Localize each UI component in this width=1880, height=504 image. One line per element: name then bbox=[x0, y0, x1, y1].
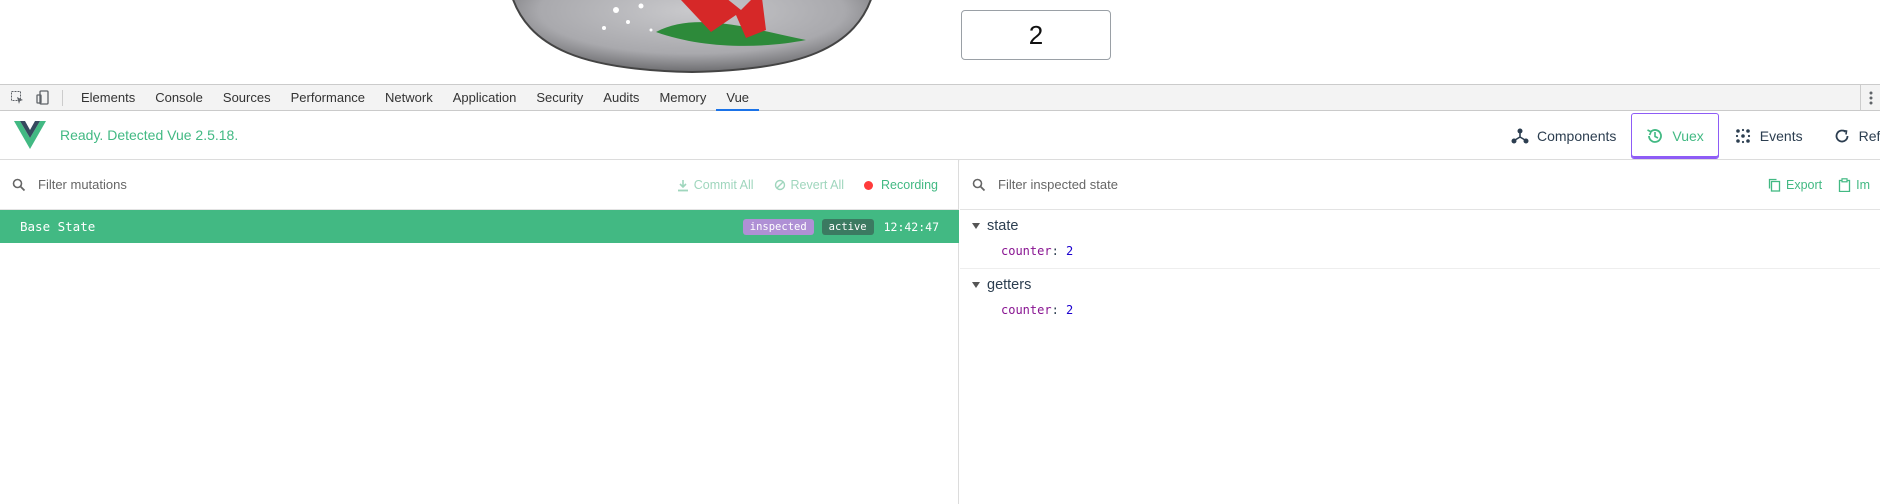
vuex-label: Vuex bbox=[1672, 127, 1704, 144]
copy-icon bbox=[1768, 178, 1781, 192]
product-image bbox=[512, 0, 872, 74]
vue-logo-icon bbox=[14, 121, 46, 149]
mutations-toolbar: Commit All Revert All Recording bbox=[0, 160, 958, 210]
import-label: Im bbox=[1856, 178, 1871, 192]
vue-nav: Components Vuex Events Ref bbox=[1496, 111, 1880, 160]
state-property: counter: 2 bbox=[1001, 244, 1880, 258]
events-label: Events bbox=[1759, 127, 1803, 144]
getter-property: counter: 2 bbox=[1001, 303, 1880, 317]
getters-section: getters counter: 2 bbox=[960, 269, 1880, 327]
download-icon bbox=[677, 179, 688, 191]
property-value[interactable]: 2 bbox=[1066, 244, 1073, 258]
base-state-row[interactable]: Base State inspected active 12:42:47 bbox=[0, 210, 959, 243]
revert-all-button[interactable]: Revert All bbox=[774, 178, 845, 192]
more-options-icon[interactable] bbox=[1860, 85, 1880, 111]
vuex-tab[interactable]: Vuex bbox=[1631, 112, 1719, 159]
tab-memory[interactable]: Memory bbox=[649, 85, 716, 111]
components-label: Components bbox=[1537, 127, 1617, 144]
tab-security[interactable]: Security bbox=[526, 85, 593, 111]
export-label: Export bbox=[1786, 178, 1823, 192]
state-section: state counter: 2 bbox=[960, 210, 1880, 269]
tab-application[interactable]: Application bbox=[443, 85, 527, 111]
search-icon bbox=[972, 178, 986, 191]
mutation-timestamp: 12:42:47 bbox=[883, 219, 939, 234]
refresh-icon bbox=[1835, 129, 1848, 142]
state-inspector-panel: Export Im state counter: 2 getters count… bbox=[960, 160, 1880, 504]
tab-audits[interactable]: Audits bbox=[593, 85, 649, 111]
getters-section-toggle[interactable]: getters bbox=[972, 277, 1880, 293]
mutations-panel: Commit All Revert All Recording Base Sta… bbox=[0, 160, 959, 504]
components-tab[interactable]: Components bbox=[1496, 113, 1631, 159]
recording-toggle[interactable]: Recording bbox=[864, 178, 938, 192]
inspect-element-icon[interactable] bbox=[4, 85, 30, 111]
revert-icon bbox=[774, 179, 785, 191]
base-state-label: Base State bbox=[20, 219, 96, 234]
refresh-label: Ref bbox=[1858, 127, 1880, 144]
page-viewport: 2 bbox=[0, 0, 1880, 84]
device-toolbar-icon[interactable] bbox=[30, 85, 56, 111]
tab-performance[interactable]: Performance bbox=[281, 85, 375, 111]
section-title: state bbox=[987, 218, 1019, 234]
caret-down-icon bbox=[972, 282, 980, 288]
tab-vue[interactable]: Vue bbox=[716, 85, 760, 111]
property-value[interactable]: 2 bbox=[1066, 303, 1073, 317]
record-icon bbox=[864, 180, 874, 190]
inspected-badge: inspected bbox=[742, 218, 814, 235]
base-state-tags: inspected active 12:42:47 bbox=[742, 210, 939, 243]
tab-console[interactable]: Console bbox=[145, 85, 213, 111]
tab-elements[interactable]: Elements bbox=[71, 85, 145, 111]
tab-sources[interactable]: Sources bbox=[213, 85, 281, 111]
history-icon bbox=[1647, 128, 1663, 143]
active-badge: active bbox=[821, 218, 874, 235]
commit-all-label: Commit All bbox=[693, 178, 754, 192]
state-toolbar: Export Im bbox=[960, 160, 1880, 210]
property-colon: : bbox=[1051, 244, 1067, 258]
commit-all-button[interactable]: Commit All bbox=[677, 178, 754, 192]
caret-down-icon bbox=[972, 223, 980, 229]
state-section-toggle[interactable]: state bbox=[972, 218, 1880, 234]
section-title: getters bbox=[987, 277, 1032, 293]
vue-header: Ready. Detected Vue 2.5.18. Components V… bbox=[0, 111, 1880, 160]
filter-state-input[interactable] bbox=[998, 177, 1418, 192]
refresh-tab[interactable]: Ref bbox=[1818, 113, 1880, 159]
clipboard-icon bbox=[1838, 178, 1851, 192]
events-tab[interactable]: Events bbox=[1719, 113, 1818, 159]
devtools-tabbar: Elements Console Sources Performance Net… bbox=[0, 84, 1880, 111]
tab-network[interactable]: Network bbox=[375, 85, 443, 111]
recording-label: Recording bbox=[881, 178, 938, 192]
property-key: counter bbox=[1001, 303, 1052, 317]
toolbar-divider bbox=[62, 89, 63, 106]
components-icon bbox=[1511, 128, 1529, 143]
counter-display: 2 bbox=[961, 10, 1111, 60]
events-icon bbox=[1735, 128, 1750, 143]
state-actions: Export Im bbox=[1768, 160, 1870, 210]
vue-status-text: Ready. Detected Vue 2.5.18. bbox=[60, 127, 239, 143]
export-button[interactable]: Export bbox=[1768, 178, 1822, 192]
filter-mutations-input[interactable] bbox=[38, 177, 458, 192]
mutations-actions: Commit All Revert All Recording bbox=[677, 160, 938, 210]
import-button[interactable]: Im bbox=[1838, 178, 1870, 192]
revert-all-label: Revert All bbox=[790, 178, 845, 192]
search-icon bbox=[12, 178, 26, 191]
property-key: counter bbox=[1001, 244, 1052, 258]
property-colon: : bbox=[1051, 303, 1067, 317]
